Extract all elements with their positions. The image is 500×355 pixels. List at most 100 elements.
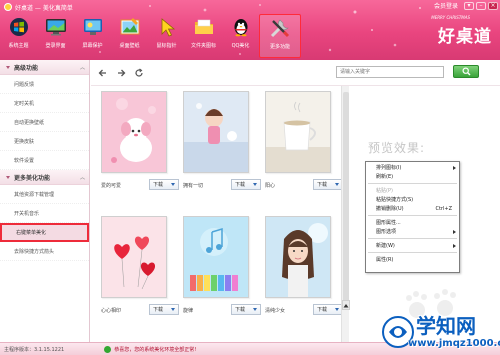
dropdown-arrow-icon xyxy=(335,308,339,311)
menu-item-undo-delete[interactable]: 撤销删除(U) Ctrl+Z xyxy=(366,204,459,213)
toolbar-mouse-pointer[interactable]: 鼠标指针 xyxy=(148,14,185,58)
minimize-icon[interactable]: – xyxy=(476,1,486,10)
gallery-scrollbar[interactable] xyxy=(341,86,350,342)
back-arrow-icon[interactable] xyxy=(97,67,109,79)
toolbar-folder-icon[interactable]: 文件夹图标 xyxy=(185,14,222,58)
tools-icon xyxy=(269,17,291,39)
gallery-card: 旋律 下载 xyxy=(183,216,261,315)
menu-item-label: 图形选项 xyxy=(376,229,397,235)
site-watermark: 学知网 www.jmqz1000.com xyxy=(378,308,500,355)
menu-item-paste-shortcut[interactable]: 粘贴快捷方式(S) xyxy=(366,195,459,204)
status-message: 恭喜您，您的系统美化环境全部正常! xyxy=(104,345,197,353)
menu-separator xyxy=(368,252,457,253)
theme-thumbnail[interactable] xyxy=(101,216,167,298)
windows-logo-icon xyxy=(8,16,30,38)
theme-name: 心心相印 xyxy=(101,308,122,314)
menu-item-refresh[interactable]: 刷新(E) xyxy=(366,172,459,181)
refresh-icon[interactable] xyxy=(133,67,145,79)
folder-icon xyxy=(193,16,215,38)
forward-arrow-icon[interactable] xyxy=(115,67,127,79)
sidebar-item-context-menu-beautify[interactable]: 右键菜单美化 xyxy=(0,223,89,242)
sidebar-item-boot-music[interactable]: 开关机音乐 xyxy=(0,204,89,223)
menu-item-label: 粘贴(P) xyxy=(376,188,393,194)
toolbar-label: QQ美化 xyxy=(231,43,250,49)
dropdown-arrow-icon xyxy=(171,308,175,311)
menu-item-graphics-properties[interactable]: 图形属性... xyxy=(366,218,459,227)
search-input[interactable] xyxy=(336,66,444,78)
theme-gallery: 爱的可爱 下载 拥有一切 下载 阳心 下载 心心相印 下载 旋律 下载 清纯少女… xyxy=(91,86,351,342)
menu-separator xyxy=(368,183,457,184)
menu-item-graphics-options[interactable]: 图形选项 xyxy=(366,227,459,236)
menu-item-properties[interactable]: 属性(R) xyxy=(366,255,459,264)
screensaver-icon xyxy=(82,16,104,38)
sidebar-item-settings[interactable]: 软件设置 xyxy=(0,151,89,170)
toolbar-screensaver[interactable]: 屏幕保护 xyxy=(74,14,111,58)
status-message-text: 恭喜您，您的系统美化环境全部正常! xyxy=(114,346,197,353)
download-label: 下载 xyxy=(153,307,164,313)
menu-item-label: 刷新(E) xyxy=(376,174,394,180)
theme-thumbnail[interactable] xyxy=(183,91,249,173)
sidebar-item-auto-wallpaper[interactable]: 自动更换壁纸 xyxy=(0,113,89,132)
chevron-up-icon: ︿ xyxy=(79,64,85,71)
menu-item-arrange-icons[interactable]: 排列图标(I) xyxy=(366,163,459,172)
window-controls: 会员登录 ▾ – × xyxy=(434,1,498,10)
sidebar-group-advanced[interactable]: 高级功能 ︿ xyxy=(0,60,89,75)
download-button[interactable]: 下载 xyxy=(313,304,343,315)
toolbar-system-theme[interactable]: 系统主题 xyxy=(0,14,37,58)
sidebar: 高级功能 ︿ 问题反馈 定时关机 自动更换壁纸 更换皮肤 软件设置 更多美化功能… xyxy=(0,60,90,342)
chevron-up-icon: ︿ xyxy=(79,174,85,181)
main-toolbar: 系统主题 登录界面 屏幕保护 桌面壁纸 鼠标指针 文件夹图标 QQ美化 更多功能 xyxy=(0,14,301,58)
sidebar-item-change-skin[interactable]: 更换皮肤 xyxy=(0,132,89,151)
brand-subtitle: MERRY CHRISTMAS xyxy=(431,15,470,20)
theme-thumbnail[interactable] xyxy=(265,216,331,298)
sidebar-group-more-beautify[interactable]: 更多美化功能 ︿ xyxy=(0,170,89,185)
sidebar-item-feedback[interactable]: 问题反馈 xyxy=(0,75,89,94)
scrollbar-thumb[interactable] xyxy=(343,92,349,302)
theme-name: 旋律 xyxy=(183,308,194,314)
window-title: 好桌道 — 美化真简单 xyxy=(15,4,73,12)
submenu-arrow-icon xyxy=(453,243,456,248)
toolbar-more-features[interactable]: 更多功能 xyxy=(259,14,301,58)
menu-item-shortcut: Ctrl+Z xyxy=(435,205,452,212)
toolbar-qq-beautify[interactable]: QQ美化 xyxy=(222,14,259,58)
download-label: 下载 xyxy=(235,307,246,313)
sidebar-item-timed-shutdown[interactable]: 定时关机 xyxy=(0,94,89,113)
menu-item-label: 图形属性... xyxy=(376,220,401,226)
sidebar-item-remove-shortcut-arrow[interactable]: 去除快捷方式箭头 xyxy=(0,242,89,261)
wallpaper-icon xyxy=(119,16,141,38)
menu-item-new[interactable]: 新建(W) xyxy=(366,241,459,250)
theme-thumbnail[interactable] xyxy=(265,91,331,173)
menu-separator xyxy=(368,215,457,216)
menu-item-label: 粘贴快捷方式(S) xyxy=(376,197,414,203)
toolbar-label: 鼠标指针 xyxy=(156,43,177,49)
sidebar-group-title: 更多美化功能 xyxy=(14,174,51,182)
watermark-url: www.jmqz1000.com xyxy=(408,338,500,349)
mouse-pointer-icon xyxy=(156,16,178,38)
dropdown-arrow-icon xyxy=(171,183,175,186)
search-button[interactable] xyxy=(453,65,479,78)
download-button[interactable]: 下载 xyxy=(231,304,261,315)
menu-item-paste: 粘贴(P) xyxy=(366,186,459,195)
submenu-arrow-icon xyxy=(453,229,456,234)
title-bar: 好桌道 — 美化真简单 xyxy=(4,2,73,12)
brand-logo-text: 好桌道 xyxy=(438,27,492,47)
download-button[interactable]: 下载 xyxy=(149,179,179,190)
toolbar-login-screen[interactable]: 登录界面 xyxy=(37,14,74,58)
sidebar-item-download-manager[interactable]: 其他资源下载管理 xyxy=(0,185,89,204)
gallery-card: 爱的可爱 下载 xyxy=(101,91,179,190)
menu-separator xyxy=(368,238,457,239)
close-icon[interactable]: × xyxy=(488,1,498,10)
member-login-link[interactable]: 会员登录 xyxy=(434,1,458,10)
download-button[interactable]: 下载 xyxy=(231,179,261,190)
collapse-arrow-icon xyxy=(6,65,10,69)
download-button[interactable]: 下载 xyxy=(149,304,179,315)
scroll-up-icon[interactable] xyxy=(342,300,350,310)
menu-item-label: 新建(W) xyxy=(376,243,395,249)
theme-thumbnail[interactable] xyxy=(101,91,167,173)
toolbar-wallpaper[interactable]: 桌面壁纸 xyxy=(111,14,148,58)
dropdown-arrow-icon xyxy=(253,308,257,311)
download-button[interactable]: 下载 xyxy=(313,179,343,190)
theme-thumbnail[interactable] xyxy=(183,216,249,298)
app-header: 好桌道 — 美化真简单 会员登录 ▾ – × 系统主题 登录界面 屏幕保护 桌面… xyxy=(0,0,500,60)
menu-icon[interactable]: ▾ xyxy=(464,1,474,10)
